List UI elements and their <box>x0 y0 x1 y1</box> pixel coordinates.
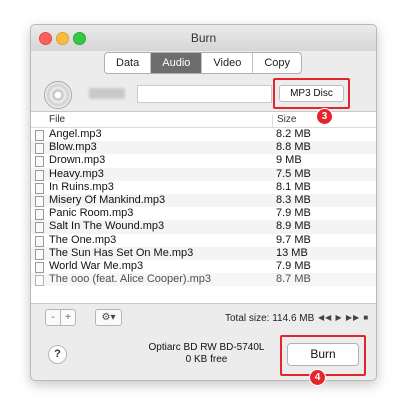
audio-file-icon <box>35 169 44 181</box>
audio-file-icon <box>35 235 44 247</box>
file-name: Heavy.mp3 <box>49 167 104 180</box>
table-row[interactable]: In Ruins.mp3 8.1 MB <box>31 181 376 194</box>
audio-file-icon <box>35 275 44 287</box>
tab-data[interactable]: Data <box>105 53 152 73</box>
add-file-button[interactable]: + <box>61 310 75 325</box>
audio-file-icon <box>35 195 44 207</box>
file-rows: Angel.mp3 8.2 MB Blow.mp3 8.8 MB Drown.mp3… <box>31 128 376 287</box>
file-name: World War Me.mp3 <box>49 259 144 272</box>
table-row[interactable]: Drown.mp3 9 MB <box>31 154 376 168</box>
column-header-file[interactable]: File <box>49 114 65 125</box>
drive-free-space: 0 KB free <box>185 354 228 365</box>
audio-file-icon <box>35 248 44 260</box>
disc-icon <box>44 81 72 109</box>
file-name: Misery Of Mankind.mp3 <box>49 193 166 206</box>
column-header-size[interactable]: Size <box>272 114 296 127</box>
file-name: The ooo (feat. Alice Cooper).mp3 <box>49 273 212 286</box>
audio-file-icon <box>35 156 44 168</box>
file-size: 7.9 MB <box>276 207 311 220</box>
file-size: 8.8 MB <box>276 141 311 154</box>
file-name: Angel.mp3 <box>49 128 102 140</box>
file-size: 7.5 MB <box>276 167 311 180</box>
total-size-label: Total size: 114.6 MB <box>225 313 315 324</box>
table-row[interactable]: Blow.mp3 8.8 MB <box>31 141 376 155</box>
step-4-callout: 4 <box>309 369 326 386</box>
table-row[interactable]: Salt In The Wound.mp3 8.9 MB <box>31 220 376 234</box>
audio-file-icon <box>35 222 44 234</box>
audio-file-icon <box>35 130 44 141</box>
table-row[interactable]: Misery Of Mankind.mp3 8.3 MB <box>31 193 376 208</box>
tab-video[interactable]: Video <box>202 53 254 73</box>
table-row[interactable]: The One.mp3 9.7 MB <box>31 234 376 247</box>
table-row[interactable]: The Sun Has Set On Me.mp3 13 MB <box>31 246 376 260</box>
title-bar: Burn <box>31 25 376 51</box>
file-name: Blow.mp3 <box>49 141 97 154</box>
file-name: Salt In The Wound.mp3 <box>49 220 165 233</box>
step-3-callout: 3 <box>316 108 333 125</box>
audio-file-icon <box>35 209 44 221</box>
audio-file-icon <box>35 143 44 155</box>
audio-file-icon <box>35 261 44 273</box>
table-row[interactable]: World War Me.mp3 7.9 MB <box>31 260 376 273</box>
file-size: 8.7 MB <box>276 273 311 286</box>
gear-menu-button[interactable]: ⚙▾ <box>95 309 122 326</box>
file-name: The One.mp3 <box>49 233 117 246</box>
drive-name: Optiarc BD RW BD-5740L <box>148 342 265 353</box>
file-name: The Sun Has Set On Me.mp3 <box>49 246 194 259</box>
tab-audio[interactable]: Audio <box>151 53 203 73</box>
file-name: In Ruins.mp3 <box>49 180 114 193</box>
file-size: 9 MB <box>276 154 302 167</box>
tab-copy[interactable]: Copy <box>253 53 301 73</box>
burn-highlight-box <box>280 335 366 376</box>
window-title: Burn <box>190 31 217 45</box>
file-size: 8.1 MB <box>276 180 311 193</box>
audio-file-icon <box>35 182 44 194</box>
file-name: Panic Room.mp3 <box>49 207 134 220</box>
table-row[interactable]: Panic Room.mp3 7.9 MB <box>31 207 376 221</box>
file-list[interactable]: File Size Angel.mp3 8.2 MB Blow.mp3 8.8 MB… <box>31 111 376 304</box>
playback-controls[interactable]: ◀◀ ▶ ▶▶ ■ <box>318 313 369 322</box>
file-size: 7.9 MB <box>276 259 311 272</box>
table-row[interactable]: Heavy.mp3 7.5 MB <box>31 167 376 181</box>
table-row[interactable]: The ooo (feat. Alice Cooper).mp3 8.7 MB <box>31 273 376 287</box>
file-size: 8.2 MB <box>276 128 311 140</box>
table-row[interactable]: Angel.mp3 8.2 MB <box>31 128 376 141</box>
remove-file-button[interactable]: - <box>46 310 61 325</box>
file-size: 8.9 MB <box>276 220 311 233</box>
drive-info: Optiarc BD RW BD-5740L 0 KB free <box>144 342 269 366</box>
help-button[interactable]: ? <box>48 345 67 364</box>
blurred-disc-label <box>89 88 125 99</box>
file-size: 8.3 MB <box>276 193 311 206</box>
file-size: 9.7 MB <box>276 233 311 246</box>
tab-bar: Data Audio Video Copy <box>104 52 303 74</box>
format-highlight-box <box>273 78 350 109</box>
add-remove-buttons: - + <box>45 309 76 326</box>
file-name: Drown.mp3 <box>49 154 106 167</box>
file-size: 13 MB <box>276 246 308 259</box>
disc-name-field[interactable] <box>137 85 272 103</box>
